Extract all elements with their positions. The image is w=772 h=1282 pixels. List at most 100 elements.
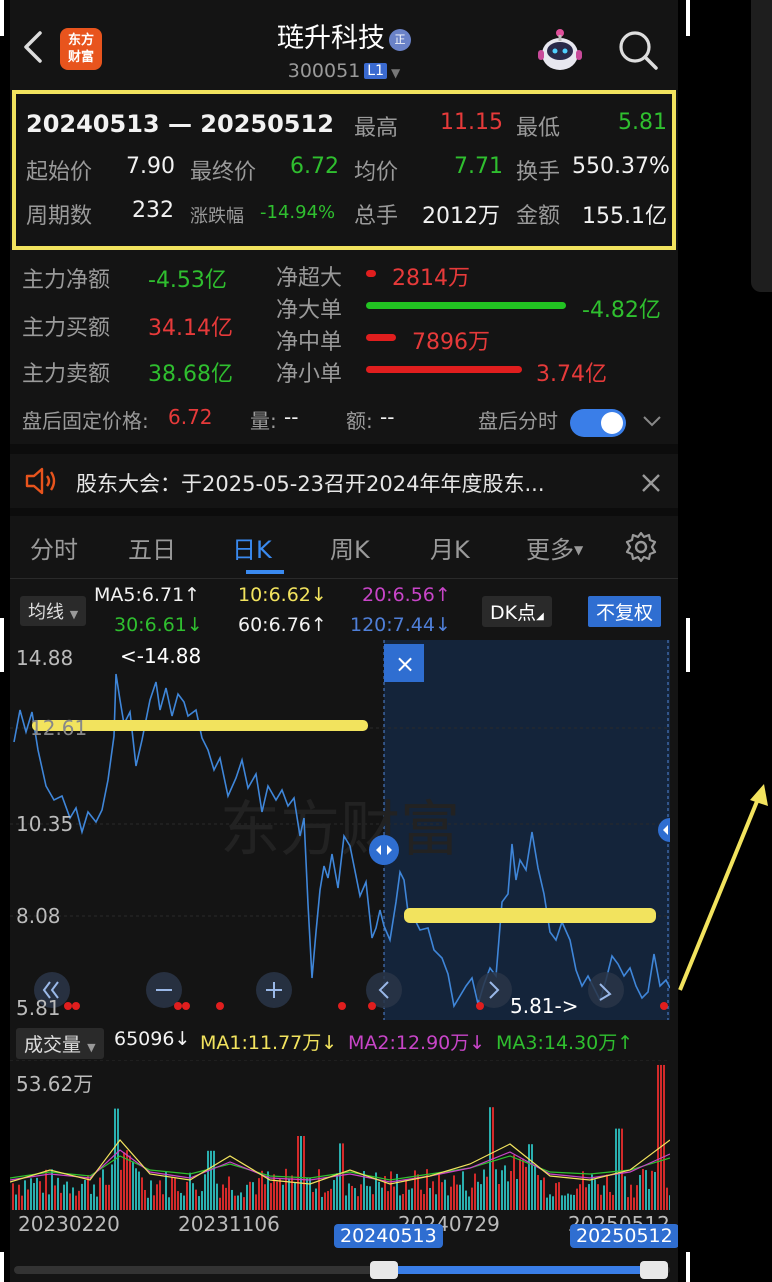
main-net-label: 主力净额 (22, 268, 111, 293)
medium-label: 净中单 (276, 330, 343, 355)
volume-bar (138, 1171, 140, 1210)
notice-bar[interactable]: 股东大会：于2025-05-23召开2024年年度股东... (10, 452, 678, 512)
volume-bar (615, 1128, 617, 1210)
volume-bar (612, 1194, 614, 1210)
drag-handle-icon[interactable] (369, 835, 399, 865)
adjust-button[interactable]: 不复权 (588, 596, 662, 627)
volume-bar (525, 1166, 527, 1210)
left-edge-mark (0, 0, 4, 36)
watermark: 东方财富 (220, 795, 460, 865)
volume-bar (633, 1197, 635, 1210)
tab-five-day[interactable]: 五日 (128, 530, 176, 565)
volume-bar (567, 1193, 569, 1210)
volume-bar (75, 1195, 77, 1210)
volume-bar (594, 1179, 596, 1210)
dk-point-button[interactable]: DK点◢ (482, 596, 552, 627)
after-hours-amt-label: 额: (346, 409, 373, 433)
change-value: -14.94% (260, 202, 336, 223)
tab-daily-k[interactable]: 日K (232, 530, 272, 565)
volume-bar (651, 1170, 653, 1210)
after-hours-toggle[interactable] (570, 409, 626, 437)
volume-bar (552, 1196, 554, 1210)
volume-bar (366, 1185, 368, 1210)
right-edge-mark-2 (686, 618, 690, 672)
volume-bar (162, 1194, 164, 1210)
volume-bar (357, 1196, 359, 1210)
volume-bar (477, 1181, 479, 1210)
volume-bar (627, 1197, 629, 1210)
volume-bar (60, 1192, 62, 1210)
volume-bar (387, 1191, 389, 1210)
volume-bar (426, 1169, 428, 1210)
volume-selector[interactable]: 成交量 ▼ (16, 1028, 104, 1059)
price-chart[interactable]: 东方财富 × 14.88 12.61 10.35 8.08 5.81 <-14.… (10, 640, 678, 1020)
main-net-value: -4.53亿 (148, 268, 227, 293)
robot-assistant-icon[interactable] (534, 24, 586, 76)
ma-selector-label: 均线 (28, 602, 64, 623)
stock-code: 300051 (287, 60, 361, 82)
volume-bar (624, 1176, 626, 1210)
tab-more[interactable]: 更多▼ (526, 530, 583, 565)
tab-intraday[interactable]: 分时 (30, 530, 78, 565)
volume-bar (489, 1107, 491, 1210)
volume-bar (273, 1174, 275, 1210)
volume-chart[interactable]: 53.62万 (10, 1059, 671, 1210)
tab-monthly-k[interactable]: 月K (430, 530, 470, 565)
volume-bar (45, 1169, 47, 1210)
tabs-divider (10, 578, 678, 579)
volume-bar (315, 1188, 317, 1210)
volume-bar (372, 1194, 374, 1210)
volume-bar (486, 1176, 488, 1210)
volume-bar (201, 1191, 203, 1210)
after-hours-price-value: 6.72 (168, 405, 213, 429)
volume-bar (252, 1182, 254, 1210)
gear-icon[interactable] (624, 530, 658, 564)
volume-bar (669, 1195, 671, 1210)
main-sell-value: 38.68亿 (148, 362, 233, 387)
volume-bar (558, 1182, 560, 1210)
volume-bar (102, 1169, 104, 1210)
ma-selector[interactable]: 均线 ▼ (20, 596, 87, 626)
volume-bar (174, 1178, 176, 1210)
volume-bar (351, 1185, 353, 1210)
volume-bar (279, 1178, 281, 1210)
volume-bar (645, 1170, 647, 1210)
level-badge: L1 (364, 63, 387, 79)
speaker-icon (25, 467, 56, 495)
search-icon[interactable] (616, 28, 660, 72)
volume-bar (69, 1193, 71, 1210)
volume-bar (564, 1195, 566, 1210)
after-hours-amt-value: -- (380, 405, 395, 429)
volume-bar (153, 1195, 155, 1210)
volume-bar (276, 1181, 278, 1210)
volume-bar (435, 1194, 437, 1210)
date-label-1: 20230220 (18, 1212, 120, 1236)
turnover-value: 550.37% (572, 154, 670, 179)
large-value: -4.82亿 (582, 298, 661, 323)
volume-bar (471, 1187, 473, 1210)
change-label: 涨跌幅 (190, 206, 244, 227)
volume-bar (135, 1168, 137, 1210)
close-icon[interactable] (640, 472, 662, 494)
volume-bar (141, 1177, 143, 1210)
volume-bar (423, 1194, 425, 1210)
volume-bar (516, 1178, 518, 1210)
volume-bar (105, 1184, 107, 1210)
y-label-3: 10.35 (16, 812, 74, 836)
volume-bar (657, 1064, 659, 1210)
volume-bar (375, 1172, 377, 1210)
volume-bar (42, 1192, 44, 1210)
chevron-down-icon[interactable] (642, 414, 662, 428)
volume-bar (312, 1191, 314, 1210)
volume-bar (111, 1164, 113, 1210)
volume-bar (549, 1194, 551, 1210)
tab-weekly-k[interactable]: 周K (330, 530, 370, 565)
timeline-right-handle[interactable] (640, 1261, 668, 1279)
volume-bar (576, 1188, 578, 1210)
selection-start-date: 20240513 (334, 1224, 443, 1248)
volume-chart-svg (10, 1059, 671, 1210)
volume-bar (402, 1193, 404, 1210)
timeline-left-handle[interactable] (370, 1261, 398, 1279)
volume-bar (129, 1155, 131, 1210)
volume-bar (324, 1192, 326, 1210)
